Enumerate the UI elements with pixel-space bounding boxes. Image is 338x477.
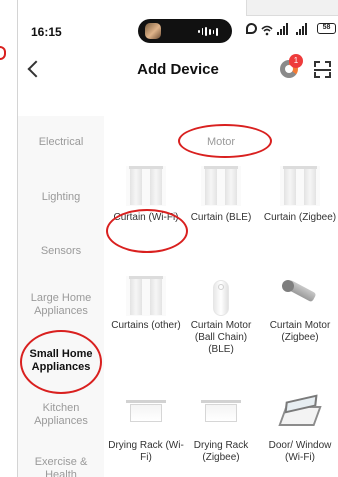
sidebar-item-kitchen-appliances[interactable]: Kitchen Appliances [18, 402, 104, 428]
device-drying-rack-wifi[interactable]: Drying Rack (Wi-Fi) [107, 440, 185, 464]
sidebar-item-electrical[interactable]: Electrical [18, 136, 104, 149]
status-icons: 58 [246, 23, 338, 39]
dynamic-island[interactable] [138, 19, 232, 43]
audio-wave-icon [198, 27, 219, 36]
device-curtains-other[interactable]: Curtains (other) [107, 320, 185, 332]
sidebar-item-sensors[interactable]: Sensors [18, 245, 104, 258]
annotation-mark [0, 46, 6, 60]
battery-icon: 58 [317, 23, 336, 34]
left-window-edge [0, 0, 18, 477]
status-time: 16:15 [31, 25, 62, 39]
drying-rack-icon[interactable] [201, 394, 241, 434]
annotation-circle-motor [178, 124, 272, 158]
curtain-motor-icon[interactable] [280, 276, 320, 316]
curtain-icon[interactable] [201, 166, 241, 206]
hd-call-icon [246, 23, 257, 34]
drying-rack-icon[interactable] [126, 394, 166, 434]
status-bar: 16:15 58 [18, 16, 338, 48]
curtain-icon[interactable] [126, 166, 166, 206]
device-curtain-zigbee[interactable]: Curtain (Zigbee) [261, 212, 338, 224]
device-drying-rack-zigbee[interactable]: Drying Rack (Zigbee) [182, 440, 260, 464]
phone-screen: 16:15 58 Add Device 1 Electrical Lightin… [18, 16, 338, 477]
curtain-icon[interactable] [126, 276, 166, 316]
signal-icon [296, 23, 308, 35]
navigation-bar: Add Device 1 [18, 52, 338, 88]
device-curtain-ble[interactable]: Curtain (BLE) [182, 212, 260, 224]
device-grid: Motor Curtain (Wi-Fi) Curtain (BLE) Curt… [104, 116, 338, 477]
media-thumbnail-icon [145, 23, 161, 39]
wifi-icon [261, 23, 273, 36]
signal-icon [277, 23, 289, 35]
top-right-window-edge [246, 0, 338, 16]
sidebar-item-lighting[interactable]: Lighting [18, 191, 104, 204]
scan-icon[interactable] [314, 61, 331, 78]
annotation-circle-small-home-appliances [20, 330, 102, 394]
window-opener-icon[interactable] [278, 394, 322, 434]
device-curtain-motor-ball-chain-ble[interactable]: Curtain Motor (Ball Chain) (BLE) [182, 320, 260, 356]
curtain-motor-icon[interactable] [201, 276, 241, 316]
notification-badge: 1 [289, 54, 303, 68]
sidebar-item-large-home-appliances[interactable]: Large Home Appliances [18, 292, 104, 318]
annotation-circle-curtain-wifi [106, 209, 188, 253]
sidebar-item-exercise-health[interactable]: Exercise & Health [18, 456, 104, 477]
curtain-icon[interactable] [280, 166, 320, 206]
device-door-window-wifi[interactable]: Door/ Window (Wi-Fi) [261, 440, 338, 464]
category-sidebar: Electrical Lighting Sensors Large Home A… [18, 116, 104, 477]
device-curtain-motor-zigbee[interactable]: Curtain Motor (Zigbee) [261, 320, 338, 344]
